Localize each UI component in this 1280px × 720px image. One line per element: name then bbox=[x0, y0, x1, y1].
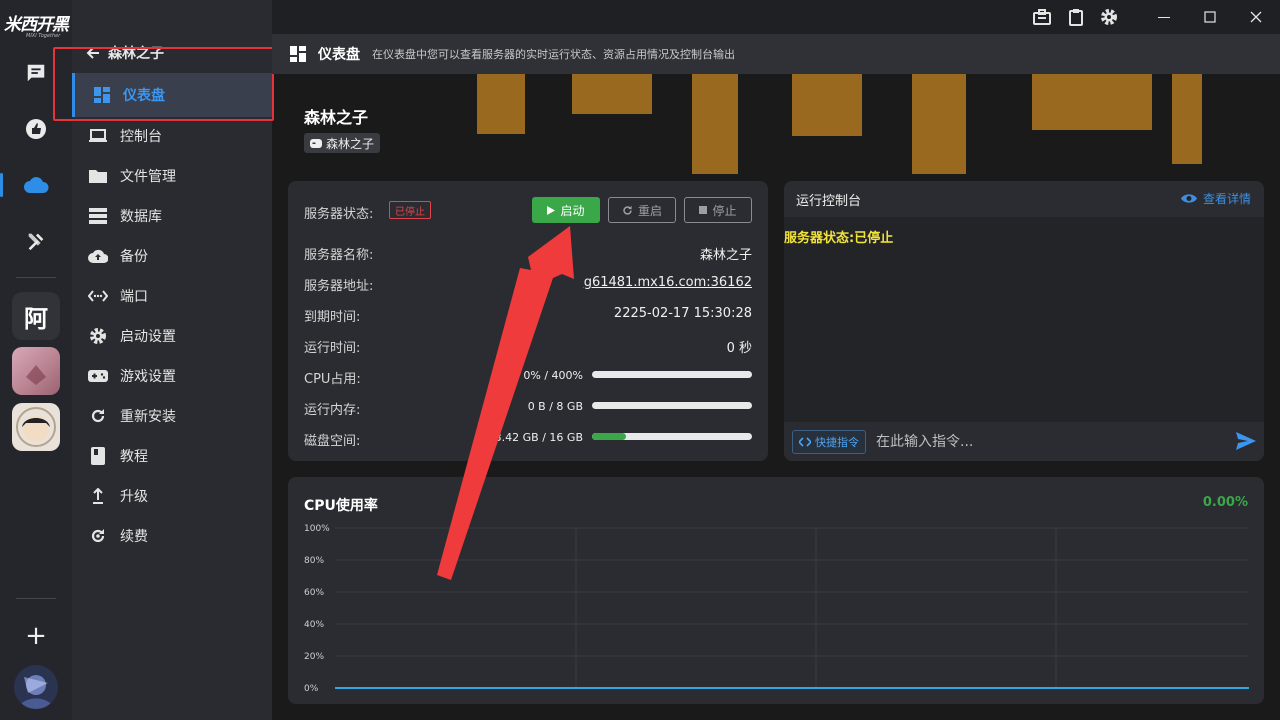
app-logo: 米西开黑 MIXI Together bbox=[4, 15, 69, 39]
rail-active-indicator bbox=[0, 173, 3, 197]
server-name-label: 服务器名称: bbox=[304, 248, 374, 263]
server-tile-avatar-2[interactable] bbox=[12, 403, 60, 451]
disk-progress-bar bbox=[592, 433, 752, 440]
server-address-link[interactable]: g61481.mx16.com:36162 bbox=[584, 275, 752, 290]
gamepad-icon bbox=[310, 138, 322, 148]
cpu-value: 0% / 400% bbox=[523, 369, 583, 382]
y-tick-label: 40% bbox=[304, 620, 324, 630]
sidebar-item-port[interactable]: 端口 bbox=[88, 284, 148, 308]
laptop-icon bbox=[88, 126, 108, 146]
console-title: 运行控制台 bbox=[796, 194, 862, 209]
disk-progress-fill bbox=[592, 433, 627, 440]
disk-value: 3.42 GB / 16 GB bbox=[494, 431, 583, 444]
y-tick-label: 20% bbox=[304, 652, 324, 662]
sidebar-item-renew[interactable]: 续费 bbox=[88, 524, 148, 548]
app-window: 米西开黑 MIXI Together 阿 + 森林之子 仪表盘 控制台 文件管理… bbox=[0, 0, 1280, 720]
expire-time-label: 到期时间: bbox=[304, 310, 361, 325]
console-output-line: 服务器状态:已停止 bbox=[784, 231, 894, 246]
sidebar-item-files[interactable]: 文件管理 bbox=[88, 164, 176, 188]
stop-button[interactable]: 停止 bbox=[684, 197, 752, 223]
minimize-icon[interactable] bbox=[1152, 5, 1176, 29]
disk-label: 磁盘空间: bbox=[304, 434, 361, 449]
database-icon bbox=[88, 206, 108, 226]
stop-icon bbox=[699, 206, 708, 214]
memory-value: 0 B / 8 GB bbox=[527, 400, 583, 413]
command-input[interactable] bbox=[876, 430, 1216, 454]
status-badge: 已停止 bbox=[389, 201, 431, 219]
server-address-label: 服务器地址: bbox=[304, 279, 374, 294]
cpu-line-chart: 100% 80% 60% 40% 20% 0% bbox=[304, 524, 1249, 694]
renew-icon bbox=[88, 526, 108, 546]
user-avatar[interactable] bbox=[14, 665, 58, 709]
title-bar bbox=[272, 0, 1280, 34]
gamepad-icon bbox=[88, 366, 108, 386]
server-game-tag: 森林之子 bbox=[304, 133, 381, 153]
server-tile-text[interactable]: 阿 bbox=[12, 292, 60, 340]
cloud-icon[interactable] bbox=[16, 165, 56, 205]
close-icon[interactable] bbox=[1244, 5, 1268, 29]
expire-time-value: 2225-02-17 15:30:28 bbox=[613, 306, 752, 321]
code-icon bbox=[799, 437, 811, 447]
book-icon bbox=[88, 446, 108, 466]
chart-title: CPU使用率 bbox=[304, 498, 378, 514]
play-icon bbox=[547, 205, 556, 215]
maximize-icon[interactable] bbox=[1198, 5, 1222, 29]
y-tick-label: 0% bbox=[304, 684, 319, 694]
upgrade-icon bbox=[88, 486, 108, 506]
restart-button[interactable]: 重启 bbox=[608, 197, 676, 223]
annotation-highlight-box bbox=[53, 47, 274, 121]
server-name-value: 森林之子 bbox=[699, 248, 752, 263]
sidebar-item-startup[interactable]: 启动设置 bbox=[88, 324, 176, 348]
view-details-link[interactable]: 查看详情 bbox=[1181, 190, 1251, 207]
y-tick-label: 80% bbox=[304, 556, 324, 566]
cpu-progress-bar bbox=[592, 371, 752, 378]
status-label: 服务器状态: bbox=[304, 207, 374, 222]
page-description: 在仪表盘中您可以查看服务器的实时运行状态、资源占用情况及控制台输出 bbox=[372, 48, 735, 61]
toolbox-icon[interactable] bbox=[1030, 5, 1054, 29]
add-server-button[interactable]: + bbox=[16, 616, 56, 656]
memory-label: 运行内存: bbox=[304, 403, 361, 418]
sidebar-item-database[interactable]: 数据库 bbox=[88, 204, 162, 228]
chat-icon[interactable] bbox=[16, 53, 56, 93]
reload-icon bbox=[88, 406, 108, 426]
chart-current-value: 0.00% bbox=[1202, 495, 1248, 510]
server-tile-avatar-1[interactable] bbox=[12, 347, 60, 395]
thumbs-up-icon[interactable] bbox=[16, 109, 56, 149]
cloud-upload-icon bbox=[88, 246, 108, 266]
uptime-value: 0 秒 bbox=[726, 341, 752, 356]
reload-icon bbox=[623, 205, 632, 215]
tools-icon[interactable] bbox=[16, 221, 56, 261]
dashboard-icon bbox=[290, 46, 306, 62]
memory-progress-bar bbox=[592, 402, 752, 409]
send-icon[interactable] bbox=[1236, 432, 1256, 452]
start-button[interactable]: 启动 bbox=[532, 197, 600, 223]
sidebar-item-reinstall[interactable]: 重新安装 bbox=[88, 404, 176, 428]
sidebar-item-upgrade[interactable]: 升级 bbox=[88, 484, 148, 508]
rail-divider bbox=[16, 277, 56, 278]
y-tick-label: 100% bbox=[304, 524, 330, 534]
eye-icon bbox=[1181, 194, 1197, 203]
gear-icon bbox=[88, 326, 108, 346]
console-card bbox=[784, 181, 1264, 461]
sidebar-item-backup[interactable]: 备份 bbox=[88, 244, 148, 268]
uptime-label: 运行时间: bbox=[304, 341, 361, 356]
folder-icon bbox=[88, 166, 108, 186]
sidebar-item-game-settings[interactable]: 游戏设置 bbox=[88, 364, 176, 388]
y-tick-label: 60% bbox=[304, 588, 324, 598]
quick-command-button[interactable]: 快捷指令 bbox=[792, 430, 866, 454]
rail-divider-bottom bbox=[16, 598, 56, 599]
page-header: 仪表盘 在仪表盘中您可以查看服务器的实时运行状态、资源占用情况及控制台输出 bbox=[272, 34, 1280, 74]
cpu-label: CPU占用: bbox=[304, 372, 361, 387]
port-icon bbox=[88, 286, 108, 306]
settings-gear-icon[interactable] bbox=[1097, 5, 1121, 29]
sidebar-item-tutorial[interactable]: 教程 bbox=[88, 444, 148, 468]
page-title: 仪表盘 bbox=[318, 47, 360, 63]
sidebar-item-console[interactable]: 控制台 bbox=[88, 124, 162, 148]
clipboard-icon[interactable] bbox=[1064, 5, 1088, 29]
server-title: 森林之子 bbox=[304, 108, 369, 127]
